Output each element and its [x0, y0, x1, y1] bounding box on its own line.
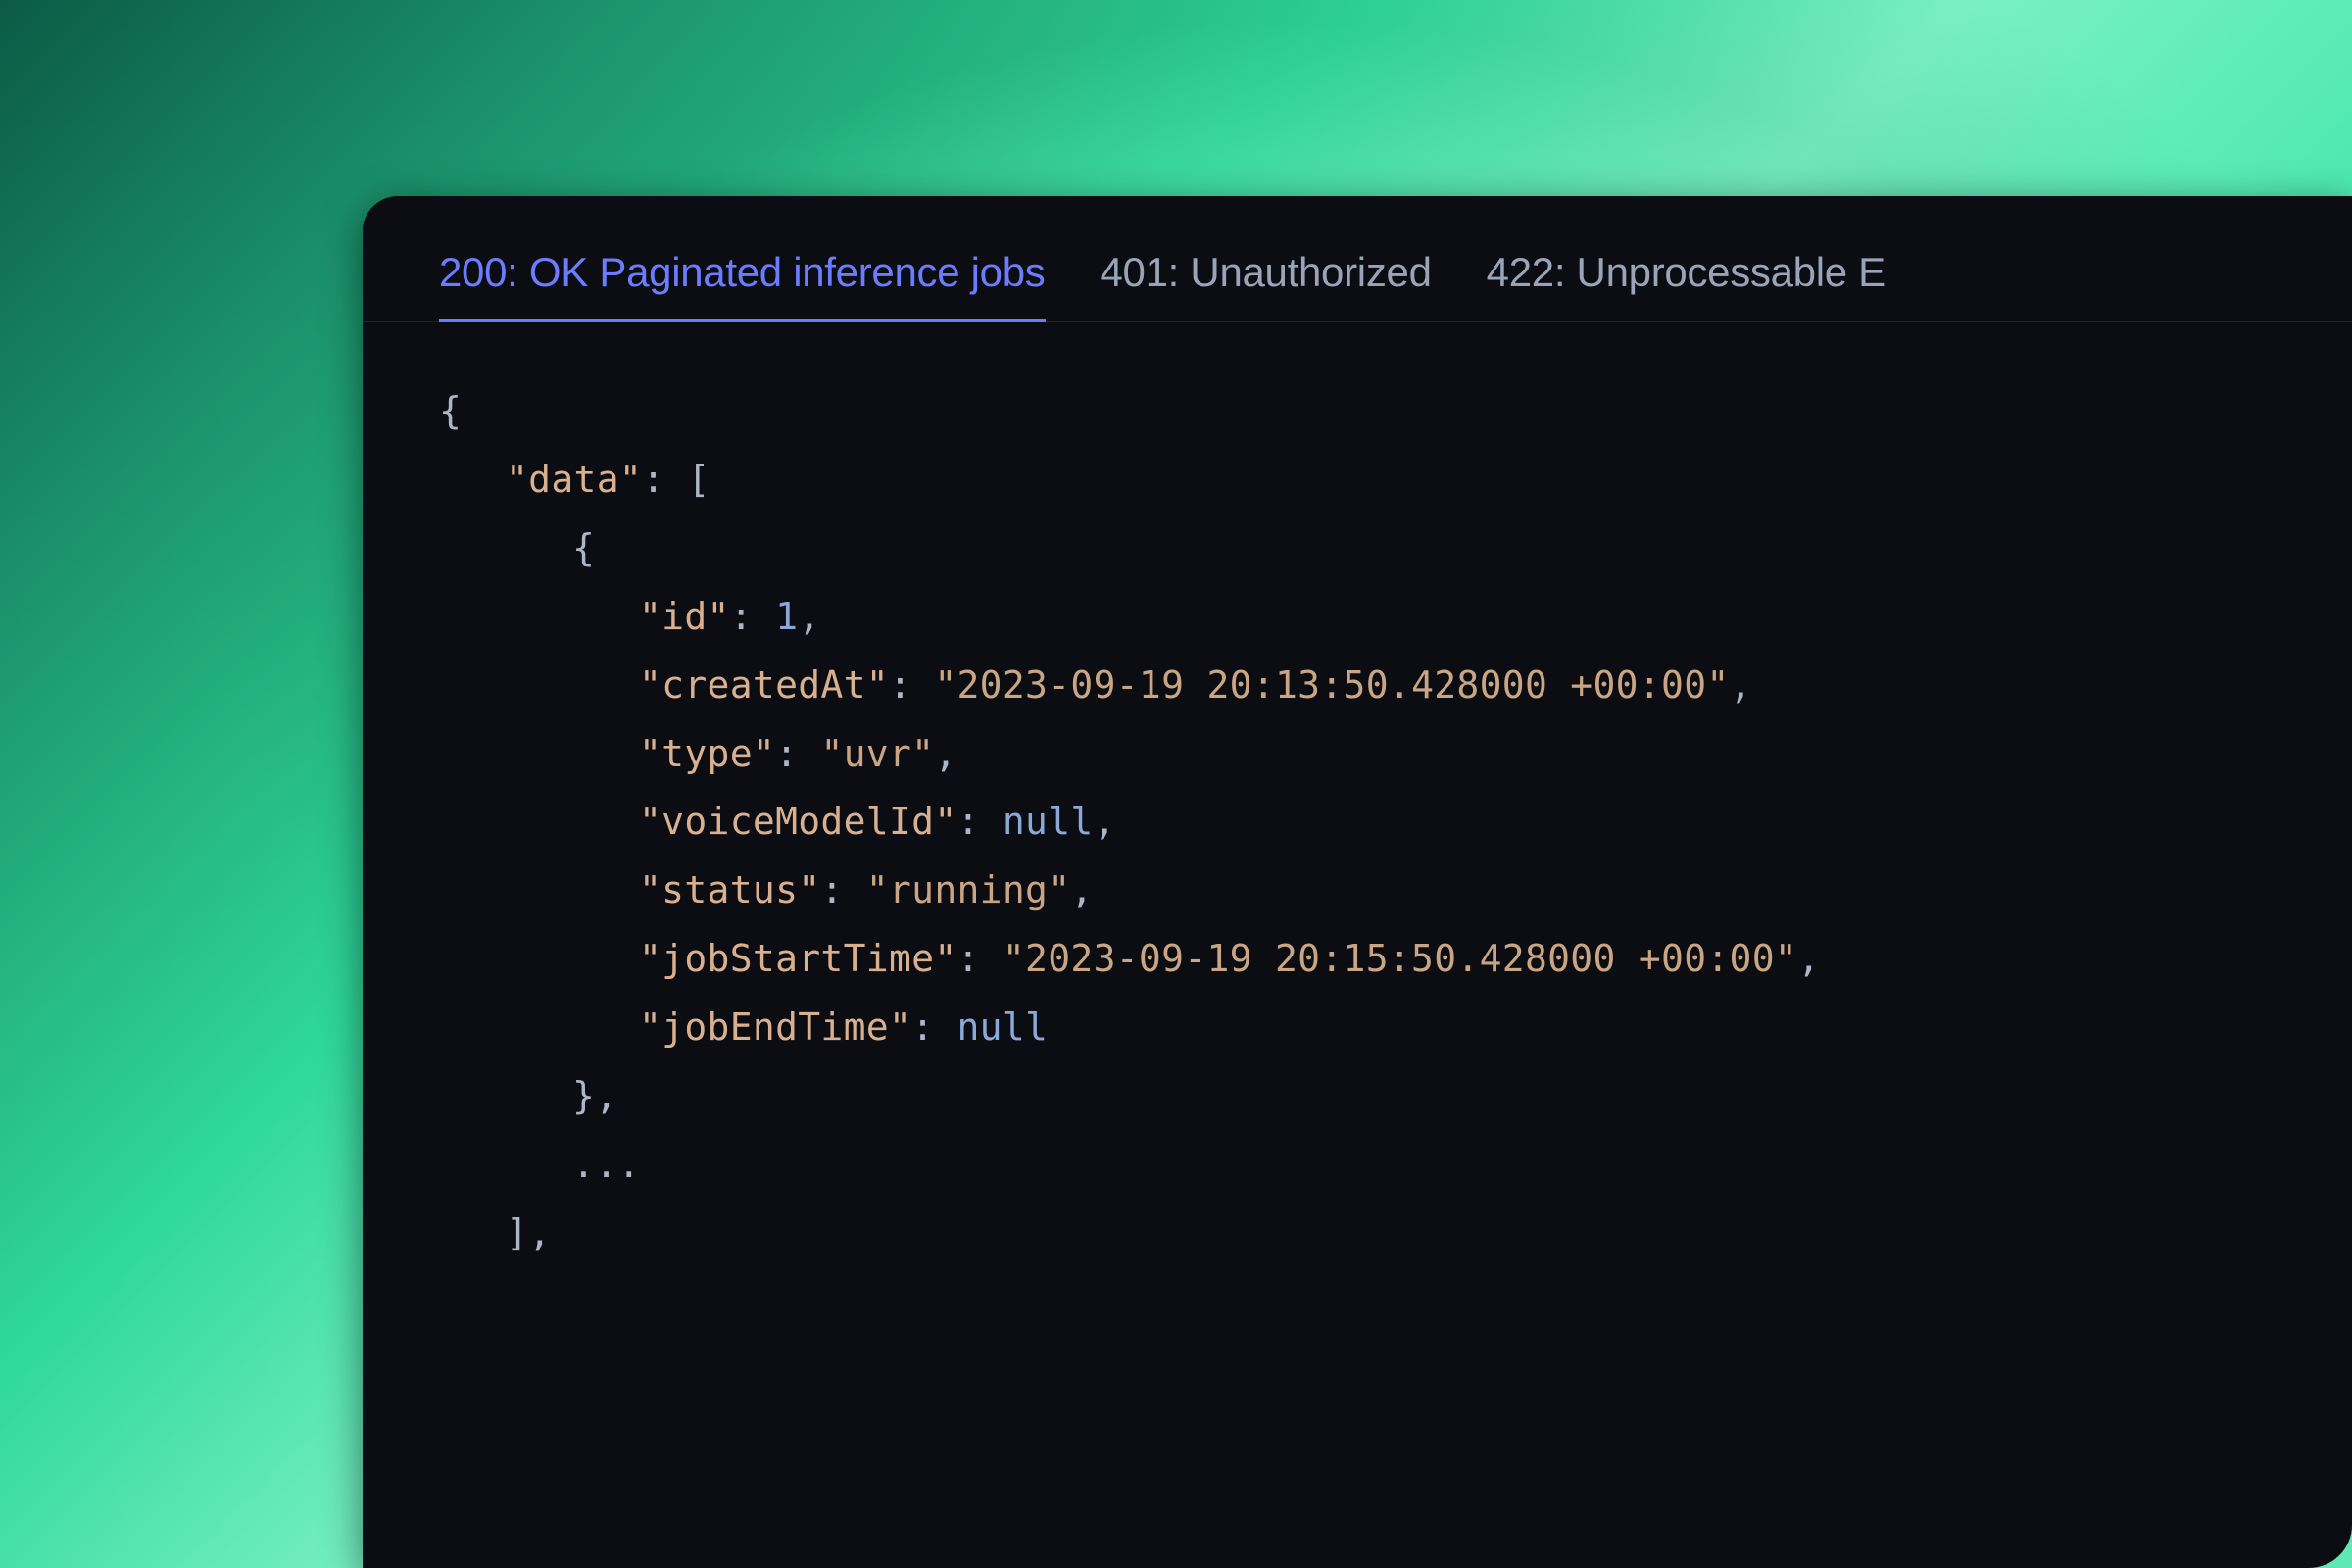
code-key-type: "type" — [639, 732, 775, 775]
code-token: : — [775, 732, 820, 775]
code-ellipsis: ... — [572, 1143, 641, 1186]
code-token: { — [439, 389, 462, 432]
code-key-createdat: "createdAt" — [639, 663, 889, 707]
code-token: , — [798, 595, 820, 638]
code-key-data: "data" — [506, 458, 642, 501]
code-value-createdat: "2023-09-19 20:13:50.428000 +00:00" — [934, 663, 1729, 707]
code-key-status: "status" — [639, 868, 820, 911]
code-value-jobstarttime: "2023-09-19 20:15:50.428000 +00:00" — [1003, 937, 1797, 980]
code-value-id: 1 — [775, 595, 798, 638]
response-panel: 200: OK Paginated inference jobs 401: Un… — [363, 196, 2352, 1568]
code-token: : — [957, 937, 1003, 980]
code-token: , — [1094, 800, 1116, 843]
code-token: }, — [572, 1074, 617, 1117]
code-token: : — [889, 663, 934, 707]
code-token: , — [1730, 663, 1752, 707]
code-token: [ — [687, 458, 710, 501]
response-tabs: 200: OK Paginated inference jobs 401: Un… — [363, 196, 2352, 322]
code-token: : — [820, 868, 865, 911]
code-value-status: "running" — [866, 868, 1071, 911]
code-value-voicemodelid: null — [1003, 800, 1094, 843]
tab-401-unauthorized[interactable]: 401: Unauthorized — [1101, 231, 1432, 321]
code-token: , — [1070, 868, 1093, 911]
code-token: ], — [506, 1211, 551, 1254]
code-token: , — [1797, 937, 1820, 980]
json-response-body: { "data": [ { "id": 1, "createdAt": "202… — [363, 322, 2352, 1323]
code-key-voicemodelid: "voiceModelId" — [639, 800, 957, 843]
code-token: : — [642, 458, 687, 501]
code-token: : — [730, 595, 775, 638]
code-value-type: "uvr" — [820, 732, 934, 775]
code-key-id: "id" — [639, 595, 730, 638]
code-token: { — [572, 526, 595, 569]
tab-200-ok[interactable]: 200: OK Paginated inference jobs — [439, 231, 1046, 321]
code-token: : — [957, 800, 1003, 843]
tab-422-unprocessable[interactable]: 422: Unprocessable E — [1487, 231, 1886, 321]
code-key-jobstarttime: "jobStartTime" — [639, 937, 957, 980]
code-key-jobendtime: "jobEndTime" — [639, 1005, 911, 1049]
code-token: : — [911, 1005, 956, 1049]
code-value-jobendtime: null — [957, 1005, 1049, 1049]
code-token: , — [934, 732, 956, 775]
